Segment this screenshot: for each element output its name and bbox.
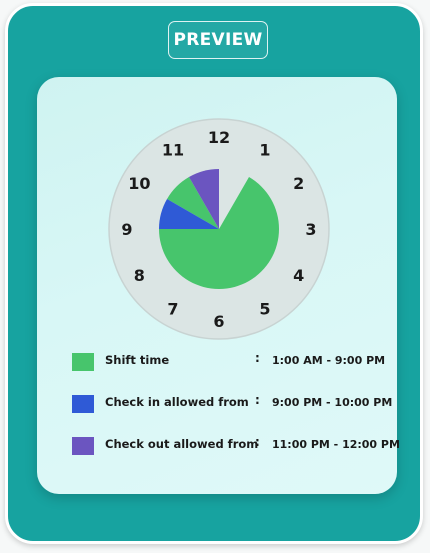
clock-number-6: 6	[213, 312, 224, 331]
preview-title: PREVIEW	[168, 21, 268, 59]
legend-value-check-in: 9:00 PM - 10:00 PM	[272, 396, 393, 409]
preview-card: PREVIEW 12 1 2 3 4 5 6 7 8 9 10 11 Shift time : 1:0…	[5, 3, 423, 544]
clock-number-10: 10	[128, 174, 150, 193]
legend-label-check-in: Check in allowed from	[105, 395, 249, 409]
clock-number-9: 9	[121, 220, 132, 239]
legend-separator: :	[255, 435, 260, 449]
clock-number-5: 5	[259, 300, 270, 319]
check-out-swatch	[72, 437, 94, 455]
legend-row-shift: Shift time : 1:00 AM - 9:00 PM	[64, 349, 394, 371]
shift-swatch	[72, 353, 94, 371]
clock-number-1: 1	[259, 140, 270, 159]
legend-label-shift: Shift time	[105, 353, 170, 367]
clock-number-7: 7	[167, 300, 178, 319]
clock-number-12: 12	[208, 128, 230, 147]
preview-panel: 12 1 2 3 4 5 6 7 8 9 10 11 Shift time : 1:00 AM - 9…	[37, 77, 400, 494]
legend-value-check-out: 11:00 PM - 12:00 PM	[272, 438, 400, 451]
legend-separator: :	[255, 393, 260, 407]
clock-number-11: 11	[162, 140, 184, 159]
clock-number-4: 4	[293, 266, 304, 285]
legend-row-check-out: Check out allowed from : 11:00 PM - 12:0…	[64, 433, 400, 455]
clock-face: 121234567891011	[108, 118, 330, 340]
clock-number-3: 3	[305, 220, 316, 239]
clock-segments	[159, 169, 279, 289]
clock: 12 1 2 3 4 5 6 7 8 9 10 11	[102, 112, 336, 346]
legend-row-check-in: Check in allowed from : 9:00 PM - 10:00 …	[64, 391, 394, 413]
clock-number-2: 2	[293, 174, 304, 193]
legend-separator: :	[255, 351, 260, 365]
check-in-swatch	[72, 395, 94, 413]
legend-value-shift: 1:00 AM - 9:00 PM	[272, 354, 386, 367]
clock-number-8: 8	[134, 266, 145, 285]
legend-label-check-out: Check out allowed from	[105, 437, 259, 451]
